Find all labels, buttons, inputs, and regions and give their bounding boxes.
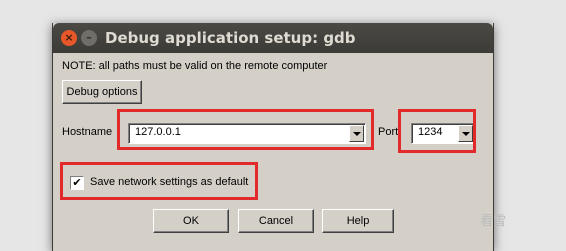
port-dropdown-button[interactable]: [458, 125, 473, 142]
hostname-label: Hostname: [62, 126, 113, 138]
port-value: 1234: [418, 126, 443, 138]
close-icon[interactable]: ×: [61, 30, 77, 46]
ok-button[interactable]: OK: [153, 209, 229, 233]
watermark-logo: 看雪: [480, 214, 507, 229]
dialog-title: Debug application setup: gdb: [105, 29, 356, 47]
paths-note: NOTE: all paths must be valid on the rem…: [62, 60, 328, 72]
debug-options-button[interactable]: Debug options: [62, 80, 142, 104]
save-settings-checkbox[interactable]: ✔: [70, 176, 84, 190]
help-button[interactable]: Help: [322, 209, 394, 233]
chevron-down-icon: [462, 132, 470, 136]
dialog-titlebar[interactable]: × – Debug application setup: gdb: [53, 23, 493, 53]
save-settings-label[interactable]: Save network settings as default: [90, 176, 248, 188]
hostname-combobox[interactable]: 127.0.0.1: [128, 123, 366, 144]
minimize-icon[interactable]: –: [81, 30, 97, 46]
port-combobox[interactable]: 1234: [411, 123, 475, 144]
chevron-down-icon: [353, 132, 361, 136]
hostname-value: 127.0.0.1: [135, 126, 181, 138]
cancel-button[interactable]: Cancel: [238, 209, 314, 233]
hostname-dropdown-button[interactable]: [349, 125, 364, 142]
debug-setup-dialog: × – Debug application setup: gdb NOTE: a…: [52, 23, 494, 251]
port-label: Port: [378, 126, 399, 138]
